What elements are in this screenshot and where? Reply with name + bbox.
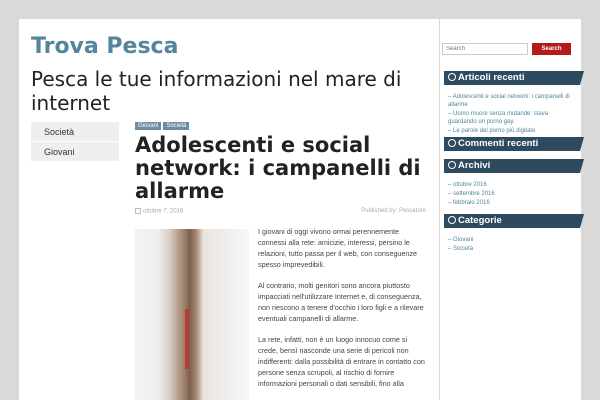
archive-link[interactable]: – ottobre 2016 [448, 181, 576, 189]
recent-post-link[interactable]: – Uomo muore senza mutande: stava guarda… [448, 110, 576, 126]
tag-giovani[interactable]: Giovani [135, 122, 162, 130]
category-link[interactable]: – Società [448, 245, 576, 253]
nav-item-societa[interactable]: Società [31, 122, 119, 142]
nav-item-giovani[interactable]: Giovani [31, 142, 119, 162]
search-input[interactable] [442, 43, 528, 55]
post-paragraph-3: La rete, infatti, non è un luogo innocuo… [258, 335, 425, 388]
widget-recent-comments: Commenti recenti [444, 137, 584, 151]
widget-title: Commenti recenti [458, 138, 539, 149]
archive-link[interactable]: – settembre 2016 [448, 190, 576, 198]
post-title[interactable]: Adolescenti e social network: i campanel… [135, 134, 435, 203]
post-body: I giovani di oggi vivono ormai perenneme… [258, 226, 426, 399]
category-link[interactable]: – Giovani [448, 236, 576, 244]
post-paragraph-1: I giovani di oggi vivono ormai perenneme… [258, 227, 418, 269]
main-content: Trova Pesca Pesca le tue informazioni ne… [19, 19, 439, 400]
widget-title: Archivi [458, 160, 491, 171]
site-title[interactable]: Trova Pesca [31, 34, 178, 59]
post-tags: Giovani Società [135, 122, 190, 130]
post-date-text: ottobre 7, 2016 [143, 208, 184, 215]
calendar-icon [135, 208, 141, 214]
widget-title: Categorie [458, 215, 502, 226]
circle-icon [448, 161, 456, 169]
widget-categories: Categorie [444, 214, 584, 228]
widget-title: Articoli recenti [458, 72, 525, 83]
widget-archives: Archivi [444, 159, 584, 173]
tag-societa[interactable]: Società [163, 122, 190, 130]
circle-icon [448, 73, 456, 81]
search-button[interactable]: Search [532, 43, 571, 55]
post-author: Published by: Pescatore [361, 208, 426, 214]
post-image [135, 229, 249, 400]
category-nav: Società Giovani [31, 122, 119, 162]
circle-icon [448, 216, 456, 224]
categories-list: – Giovani – Società [448, 236, 576, 254]
archive-list: – ottobre 2016 – settembre 2016 – febbra… [448, 181, 576, 208]
recent-posts-list: – Adolescenti e social network: i campan… [448, 93, 576, 136]
site-tagline: Pesca le tue informazioni nel mare di in… [31, 67, 402, 115]
post-image-detail [185, 309, 189, 369]
widget-recent-posts: Articoli recenti [444, 71, 584, 85]
sidebar: Search Articoli recenti – Adolescenti e … [440, 19, 584, 400]
post-date: ottobre 7, 2016 [135, 208, 183, 215]
archive-link[interactable]: – febbraio 2016 [448, 199, 576, 207]
post-paragraph-2: Al contrario, molti genitori sono ancora… [258, 281, 424, 323]
recent-post-link[interactable]: – Adolescenti e social network: i campan… [448, 93, 576, 109]
circle-icon [448, 139, 456, 147]
recent-post-link[interactable]: – Le parole del porno più digitate [448, 127, 576, 135]
